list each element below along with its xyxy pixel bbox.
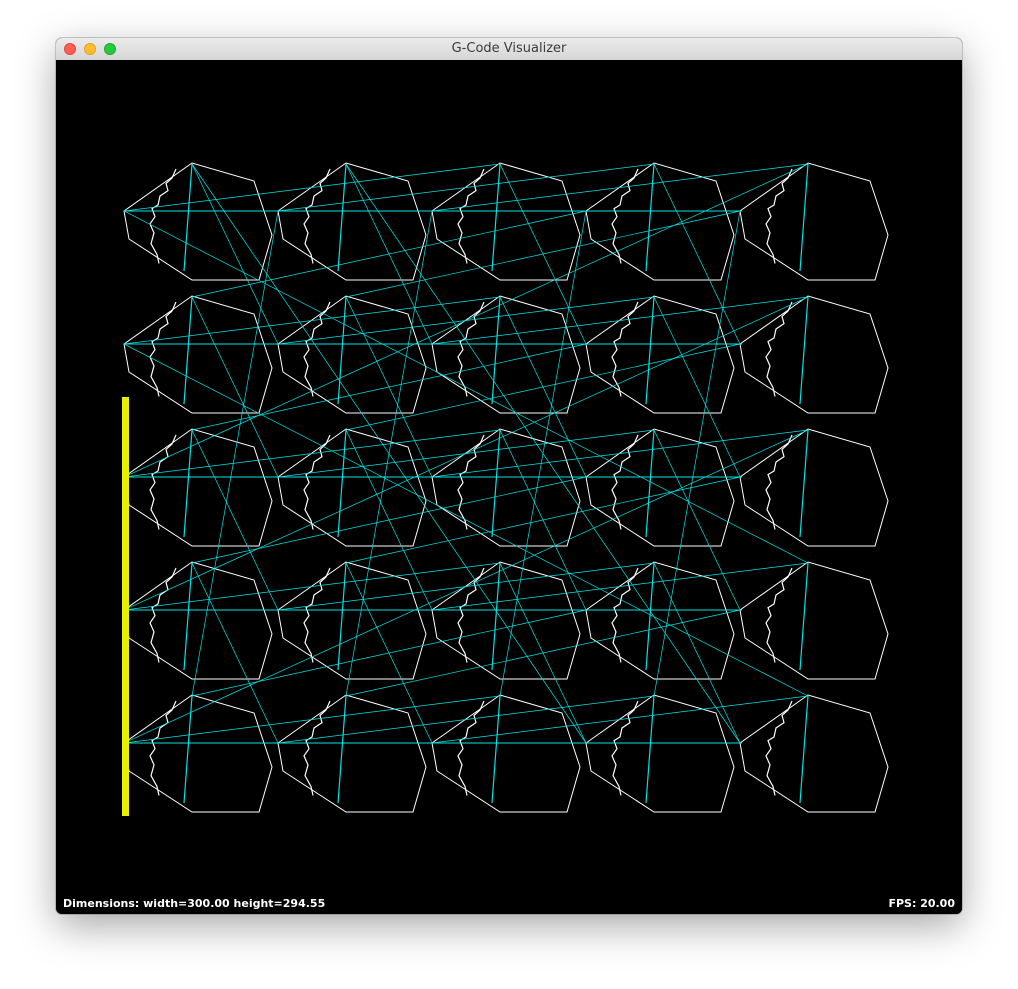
- part-outline-r5c4: [585, 694, 735, 813]
- travel-move-29: [345, 476, 741, 564]
- part-outline-r2c2: [277, 295, 427, 414]
- travel-move-47: [191, 163, 587, 744]
- travel-move-49: [345, 163, 741, 744]
- travel-move-18: [653, 296, 741, 478]
- app-window: G-Code Visualizer Dimensions: width=300.…: [56, 38, 962, 914]
- part-outline-r1c5: [739, 162, 889, 281]
- travel-move-32: [191, 562, 279, 744]
- part-outline-r5c5: [739, 694, 889, 813]
- part-outline-r2c4: [585, 295, 735, 414]
- part-outline-r1c1: [123, 162, 273, 281]
- part-outline-r2c5: [739, 295, 889, 414]
- part-outline-r2c3: [431, 295, 581, 414]
- title-bar[interactable]: G-Code Visualizer: [56, 38, 962, 61]
- part-outline-r5c2: [277, 694, 427, 813]
- part-outline-r5c1: [123, 694, 273, 813]
- part-outline-r3c1: [123, 428, 273, 547]
- travel-move-27: [191, 476, 587, 564]
- cut-line-r3c5: [799, 429, 809, 538]
- fps-readout: FPS: 20.00: [888, 897, 955, 910]
- part-outline-r3c2: [277, 428, 427, 547]
- visualizer-canvas[interactable]: Dimensions: width=300.00 height=294.55 F…: [56, 60, 962, 914]
- dimensions-readout: Dimensions: width=300.00 height=294.55: [63, 897, 326, 910]
- travel-move-19: [345, 343, 741, 431]
- part-outline-r5c3: [431, 694, 581, 813]
- cut-line-r3c2: [337, 429, 347, 538]
- cut-line-r2c4: [645, 296, 655, 405]
- travel-move-28: [653, 429, 741, 611]
- cut-line-r4c2: [337, 562, 347, 671]
- travel-move-40: [123, 210, 809, 564]
- cut-line-r5c5: [799, 695, 809, 804]
- part-outline-r4c5: [739, 561, 889, 680]
- part-outline-r3c5: [739, 428, 889, 547]
- window-title: G-Code Visualizer: [451, 41, 567, 56]
- travel-move-42: [191, 210, 279, 697]
- travel-move-12: [191, 296, 279, 478]
- cut-line-r2c5: [799, 296, 809, 405]
- part-outline-r1c2: [277, 162, 427, 281]
- cut-line-r1c2: [337, 163, 347, 272]
- part-outline-r1c4: [585, 162, 735, 281]
- cut-line-r5c3: [491, 695, 501, 804]
- cut-line-r4c5: [799, 562, 809, 671]
- cut-line-r5c2: [337, 695, 347, 804]
- cut-line-r5c4: [645, 695, 655, 804]
- travel-move-9: [345, 210, 741, 298]
- part-outline-r3c3: [431, 428, 581, 547]
- travel-move-2: [191, 163, 279, 345]
- cut-line-r1c1: [183, 163, 193, 272]
- travel-move-22: [191, 429, 279, 611]
- cut-line-r1c4: [645, 163, 655, 272]
- travel-move-39: [345, 609, 741, 697]
- travel-move-50: [123, 343, 809, 697]
- travel-move-8: [653, 163, 741, 345]
- tool-position-marker: [122, 397, 129, 816]
- travel-move-17: [191, 343, 587, 431]
- cut-line-r1c5: [799, 163, 809, 272]
- cut-line-r2c1: [183, 296, 193, 405]
- travel-move-7: [191, 210, 587, 298]
- travel-move-38: [653, 562, 741, 744]
- part-outline-r3c4: [585, 428, 735, 547]
- cut-line-r4c3: [491, 562, 501, 671]
- cut-line-r3c3: [491, 429, 501, 538]
- part-outline-r2c1: [123, 295, 273, 414]
- cut-line-r1c3: [491, 163, 501, 272]
- travel-move-37: [191, 609, 587, 697]
- part-outline-r1c3: [431, 162, 581, 281]
- gcode-plot: [122, 162, 889, 816]
